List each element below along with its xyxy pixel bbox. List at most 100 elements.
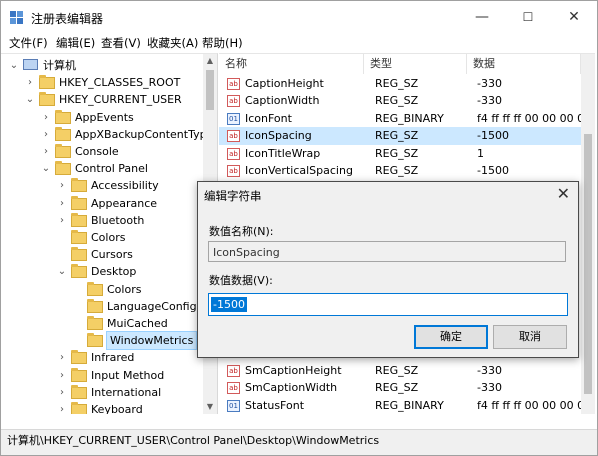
value-row[interactable]: ab IconVerticalSpacing REG_SZ -1500: [219, 162, 581, 180]
maximize-button[interactable]: ☐: [505, 1, 551, 33]
tree-node[interactable]: › Appearance: [1, 195, 201, 212]
tree-node[interactable]: WindowMetrics: [1, 331, 201, 351]
tree-node[interactable]: Colors: [1, 229, 201, 246]
value-row[interactable]: 01 IconFont REG_BINARY f4 ff ff ff 00 00 00…: [219, 110, 581, 128]
value-row[interactable]: ab CaptionHeight REG_SZ -330: [219, 75, 581, 93]
tree-node-label: AppEvents: [75, 110, 134, 124]
cancel-button[interactable]: 取消: [493, 325, 567, 349]
value-data-label: 数值数据(V):: [209, 274, 273, 287]
tree-node[interactable]: ⌄ 计算机: [1, 57, 201, 74]
folder-icon: [71, 264, 87, 279]
collapse-chevron-icon[interactable]: ›: [41, 143, 51, 160]
collapse-chevron-icon[interactable]: ›: [57, 212, 67, 229]
minimize-button[interactable]: —: [459, 1, 505, 33]
tree-node-label: Cursors: [91, 248, 133, 262]
close-button[interactable]: ✕: [551, 1, 597, 33]
expand-chevron-icon[interactable]: ⌄: [41, 160, 51, 177]
value-data-cell: f4 ff ff ff 00 00 00 00: [477, 111, 581, 125]
folder-icon: [87, 316, 103, 330]
collapse-chevron-icon[interactable]: ›: [57, 401, 67, 414]
tree-node[interactable]: LanguageConfigu: [1, 298, 204, 315]
folder-icon: [71, 212, 87, 227]
menu-favorites[interactable]: 收藏夹(A): [147, 35, 198, 51]
value-type-cell: REG_SZ: [375, 77, 419, 90]
value-type-cell: REG_BINARY: [375, 111, 444, 125]
folder-icon: [71, 384, 87, 399]
value-name-cell: StatusFont: [245, 398, 305, 412]
folder-icon: [71, 350, 87, 365]
value-type-cell: REG_SZ: [375, 164, 419, 177]
collapse-chevron-icon[interactable]: ›: [57, 349, 67, 366]
folder-icon: [39, 75, 55, 90]
value-data-cell: -330: [477, 381, 502, 395]
folder-icon: [55, 126, 71, 141]
window-title: 注册表编辑器: [31, 12, 104, 26]
column-header-type[interactable]: 类型: [364, 54, 467, 74]
tree-node[interactable]: › Keyboard: [1, 401, 201, 414]
list-scroll-thumb[interactable]: [584, 134, 592, 394]
scroll-up-icon[interactable]: ▲: [203, 54, 217, 68]
list-vertical-scrollbar[interactable]: [581, 54, 595, 414]
string-value-icon: ab: [227, 130, 240, 143]
scroll-down-icon[interactable]: ▼: [203, 400, 217, 414]
expand-chevron-icon[interactable]: ⌄: [25, 91, 35, 108]
value-data-cell: -330: [477, 94, 502, 108]
menu-edit[interactable]: 编辑(E): [56, 35, 95, 51]
tree-scroll-thumb[interactable]: [206, 70, 214, 110]
value-row[interactable]: ab SmCaptionWidth REG_SZ -330: [219, 379, 581, 397]
value-name-cell: IconFont: [245, 111, 292, 125]
tree-node[interactable]: Colors: [1, 281, 201, 298]
tree-node[interactable]: › Console: [1, 143, 201, 160]
value-data-cell: -330: [477, 364, 502, 377]
dialog-close-icon[interactable]: ✕: [557, 184, 570, 203]
menu-help[interactable]: 帮助(H): [202, 35, 243, 51]
value-data-input[interactable]: -1500: [208, 293, 568, 316]
value-row[interactable]: ab IconTitleWrap REG_SZ 1: [219, 145, 581, 163]
collapse-chevron-icon[interactable]: ›: [57, 384, 67, 401]
collapse-chevron-icon[interactable]: ›: [57, 177, 67, 194]
collapse-chevron-icon[interactable]: ›: [57, 367, 67, 384]
tree-node[interactable]: › International: [1, 384, 201, 401]
value-data-cell: -1500: [477, 164, 509, 177]
value-name-cell: IconVerticalSpacing: [245, 164, 353, 177]
tree-node[interactable]: › Input Method: [1, 367, 201, 384]
value-name-cell: SmCaptionHeight: [245, 364, 342, 377]
tree-node[interactable]: › Bluetooth: [1, 212, 201, 229]
collapse-chevron-icon[interactable]: ›: [41, 126, 51, 143]
collapse-chevron-icon[interactable]: ›: [57, 195, 67, 212]
value-name-cell: IconTitleWrap: [245, 146, 321, 160]
tree-node[interactable]: ⌄ HKEY_CURRENT_USER: [1, 91, 201, 108]
tree-node-label: MuiCached: [107, 317, 168, 330]
tree-node[interactable]: ⌄ Control Panel: [1, 160, 201, 177]
value-row[interactable]: 01 StatusFont REG_BINARY f4 ff ff ff 00 00 …: [219, 397, 581, 414]
expand-chevron-icon[interactable]: ⌄: [57, 263, 67, 280]
value-name-cell: CaptionHeight: [245, 77, 324, 90]
collapse-chevron-icon[interactable]: ›: [41, 109, 51, 126]
tree-node-label: LanguageConfigu: [107, 299, 204, 313]
tree-node[interactable]: Cursors: [1, 246, 201, 263]
value-row[interactable]: ab IconSpacing REG_SZ -1500: [219, 127, 581, 146]
tree-node[interactable]: › HKEY_CLASSES_ROOT: [1, 74, 201, 91]
tree-node-label: WindowMetrics: [105, 331, 198, 351]
string-value-icon: ab: [227, 382, 240, 395]
column-header-name[interactable]: 名称: [219, 54, 364, 74]
expand-chevron-icon[interactable]: ⌄: [9, 57, 19, 74]
value-row[interactable]: ab SmCaptionHeight REG_SZ -330: [219, 362, 581, 380]
menu-view[interactable]: 查看(V): [101, 35, 141, 51]
value-row[interactable]: ab CaptionWidth REG_SZ -330: [219, 92, 581, 110]
menu-file[interactable]: 文件(F): [9, 35, 48, 51]
edit-string-dialog: 编辑字符串 ✕ 数值名称(N): IconSpacing 数值数据(V): -1…: [197, 181, 579, 358]
tree-node[interactable]: ⌄ Desktop: [1, 263, 201, 280]
menu-bar: 文件(F) 编辑(E) 查看(V) 收藏夹(A) 帮助(H): [1, 33, 597, 53]
value-data-cell: -330: [477, 77, 502, 90]
tree-node[interactable]: › Accessibility: [1, 177, 201, 194]
status-bar-path: 计算机\HKEY_CURRENT_USER\Control Panel\Desk…: [1, 429, 597, 455]
ok-button[interactable]: 确定: [414, 325, 488, 349]
tree-node[interactable]: MuiCached: [1, 315, 201, 332]
tree-node[interactable]: › AppEvents: [1, 109, 201, 126]
tree-node[interactable]: › AppXBackupContentType: [1, 126, 213, 143]
tree-node-label: Input Method: [91, 368, 165, 382]
tree-node[interactable]: › Infrared: [1, 349, 201, 366]
collapse-chevron-icon[interactable]: ›: [25, 74, 35, 91]
column-header-data[interactable]: 数据: [467, 54, 581, 74]
